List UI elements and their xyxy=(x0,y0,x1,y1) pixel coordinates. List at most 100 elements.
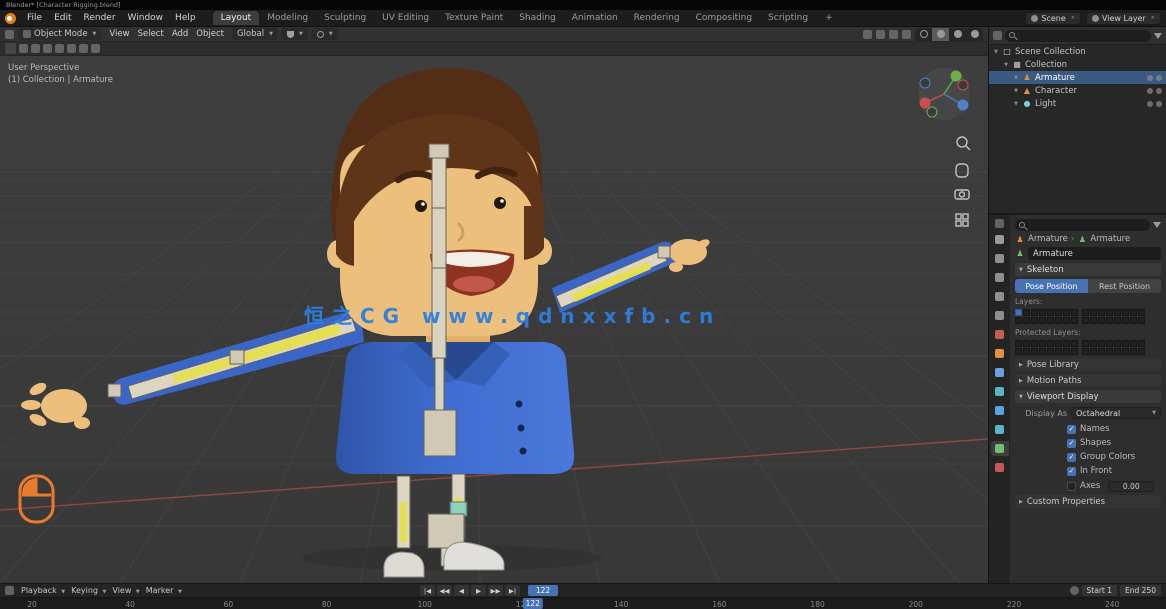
layer-cell[interactable] xyxy=(1130,309,1137,316)
workspace-tab-modeling[interactable]: Modeling xyxy=(259,11,316,25)
timeline-menu-view[interactable]: View ▼ xyxy=(109,586,142,595)
properties-tab-particles[interactable] xyxy=(991,384,1009,399)
layer-cell[interactable] xyxy=(1047,317,1054,324)
viewport-menu-object[interactable]: Object xyxy=(192,29,228,39)
group-colors-checkbox[interactable]: ✓ xyxy=(1067,453,1076,462)
end-frame-field[interactable]: End 250 xyxy=(1120,585,1161,596)
layer-cell[interactable] xyxy=(1055,348,1062,355)
layer-cell[interactable] xyxy=(1122,317,1129,324)
outliner-row-armature[interactable]: ▼♟Armature xyxy=(989,71,1166,84)
layer-cell[interactable] xyxy=(1106,340,1113,347)
properties-tab-physics[interactable] xyxy=(991,403,1009,418)
shading-wireframe[interactable] xyxy=(915,28,932,41)
layer-cell[interactable] xyxy=(1098,309,1105,316)
layer-cell[interactable] xyxy=(1047,340,1054,347)
expand-caret-icon[interactable]: ▼ xyxy=(1003,62,1009,68)
layer-cell[interactable] xyxy=(1098,317,1105,324)
properties-tab-constraints[interactable] xyxy=(991,422,1009,437)
timeline-editor-icon[interactable] xyxy=(5,586,14,595)
panel-pose-library[interactable]: ▶Pose Library xyxy=(1015,358,1161,371)
axes-checkbox[interactable] xyxy=(1067,482,1076,491)
workspace-tab-compositing[interactable]: Compositing xyxy=(688,11,760,25)
layer-cell[interactable] xyxy=(1130,317,1137,324)
layer-cell[interactable] xyxy=(1090,309,1097,316)
layer-cell[interactable] xyxy=(1015,348,1022,355)
layer-cell[interactable] xyxy=(1031,348,1038,355)
timeline-menu-marker[interactable]: Marker ▼ xyxy=(143,586,185,595)
playback-button-4[interactable]: ▶▶ xyxy=(488,585,503,596)
layer-cell[interactable] xyxy=(1114,348,1121,355)
layer-cell[interactable] xyxy=(1122,348,1129,355)
timeline-menu-keying[interactable]: Keying ▼ xyxy=(68,586,109,595)
layer-cell[interactable] xyxy=(1082,348,1089,355)
viewport-menu-add[interactable]: Add xyxy=(168,29,192,39)
view-layer-selector[interactable]: View Layer × xyxy=(1086,12,1161,25)
menu-edit[interactable]: Edit xyxy=(48,12,77,24)
viewport-menu-view[interactable]: View xyxy=(105,29,133,39)
properties-tab-tool[interactable] xyxy=(991,232,1009,247)
layer-cell[interactable] xyxy=(1023,317,1030,324)
layer-cell[interactable] xyxy=(1039,348,1046,355)
scale-tool-icon[interactable] xyxy=(67,44,76,53)
layer-cell[interactable] xyxy=(1138,340,1145,347)
active-tool-icon[interactable] xyxy=(5,43,16,54)
playback-button-2[interactable]: ◀ xyxy=(454,585,469,596)
scene-close-icon[interactable]: × xyxy=(1071,15,1075,21)
scene-selector[interactable]: Scene × xyxy=(1025,12,1081,25)
layer-cell[interactable] xyxy=(1071,309,1078,316)
current-frame-field[interactable]: 122 xyxy=(528,585,558,596)
layer-cell[interactable] xyxy=(1063,317,1070,324)
layer-cell[interactable] xyxy=(1138,348,1145,355)
panel-viewport-display[interactable]: ▼ Viewport Display xyxy=(1015,390,1161,403)
in-front-checkbox[interactable]: ✓ xyxy=(1067,467,1076,476)
expand-caret-icon[interactable]: ▼ xyxy=(1013,88,1019,94)
layer-cell[interactable] xyxy=(1090,348,1097,355)
workspace-tab-animation[interactable]: Animation xyxy=(564,11,626,25)
playback-button-1[interactable]: ◀◀ xyxy=(437,585,452,596)
shapes-checkbox[interactable]: ✓ xyxy=(1067,439,1076,448)
layer-cell[interactable] xyxy=(1090,340,1097,347)
expand-caret-icon[interactable]: ▼ xyxy=(1013,75,1019,81)
workspace-tab-layout[interactable]: Layout xyxy=(213,11,260,25)
layer-cell[interactable] xyxy=(1114,340,1121,347)
snap-toggle[interactable]: ▼ xyxy=(282,28,308,40)
layer-cell[interactable] xyxy=(1106,348,1113,355)
properties-search-input[interactable] xyxy=(1015,219,1150,231)
xray-toggle-icon[interactable] xyxy=(902,30,911,39)
shading-material[interactable] xyxy=(949,28,966,41)
layer-cell[interactable] xyxy=(1082,309,1089,316)
layer-cell[interactable] xyxy=(1138,309,1145,316)
menu-help[interactable]: Help xyxy=(169,12,202,24)
viewport-canvas[interactable]: User Perspective (1) Collection | Armatu… xyxy=(0,56,988,583)
layer-cell[interactable] xyxy=(1055,340,1062,347)
layer-cell[interactable] xyxy=(1055,309,1062,316)
workspace-tab-rendering[interactable]: Rendering xyxy=(626,11,688,25)
layer-cell[interactable] xyxy=(1071,340,1078,347)
start-frame-field[interactable]: Start 1 xyxy=(1082,585,1118,596)
orientation-selector[interactable]: Global ▼ xyxy=(232,28,278,40)
workspace-tab-scripting[interactable]: Scripting xyxy=(760,11,816,25)
properties-tab-object-data[interactable] xyxy=(991,441,1009,456)
proportional-editing-toggle[interactable]: ▼ xyxy=(312,28,338,40)
layer-cell[interactable] xyxy=(1031,309,1038,316)
outliner-row-scene-collection[interactable]: ▼□Scene Collection xyxy=(989,45,1166,58)
layer-cell[interactable] xyxy=(1114,309,1121,316)
layer-cell[interactable] xyxy=(1130,348,1137,355)
expand-caret-icon[interactable]: ▼ xyxy=(993,49,999,55)
layer-cell[interactable] xyxy=(1039,309,1046,316)
playback-button-5[interactable]: ▶| xyxy=(505,585,520,596)
properties-tab-scene[interactable] xyxy=(991,308,1009,323)
display-as-dropdown[interactable]: Octahedral ▼ xyxy=(1071,407,1161,419)
hide-viewport-icon[interactable] xyxy=(1147,88,1153,94)
layer-cell[interactable] xyxy=(1055,317,1062,324)
workspace-tab-shading[interactable]: Shading xyxy=(511,11,564,25)
pose-position-button[interactable]: Pose Position xyxy=(1015,279,1088,293)
axes-offset-field[interactable]: 0.00 xyxy=(1108,481,1154,492)
move-tool-icon[interactable] xyxy=(43,44,52,53)
layer-cell[interactable] xyxy=(1071,348,1078,355)
layer-cell[interactable] xyxy=(1063,309,1070,316)
annotate-tool-icon[interactable] xyxy=(91,44,100,53)
overlays-toggle-icon[interactable] xyxy=(889,30,898,39)
properties-tab-output[interactable] xyxy=(991,270,1009,285)
filter-icon[interactable] xyxy=(1154,33,1162,39)
